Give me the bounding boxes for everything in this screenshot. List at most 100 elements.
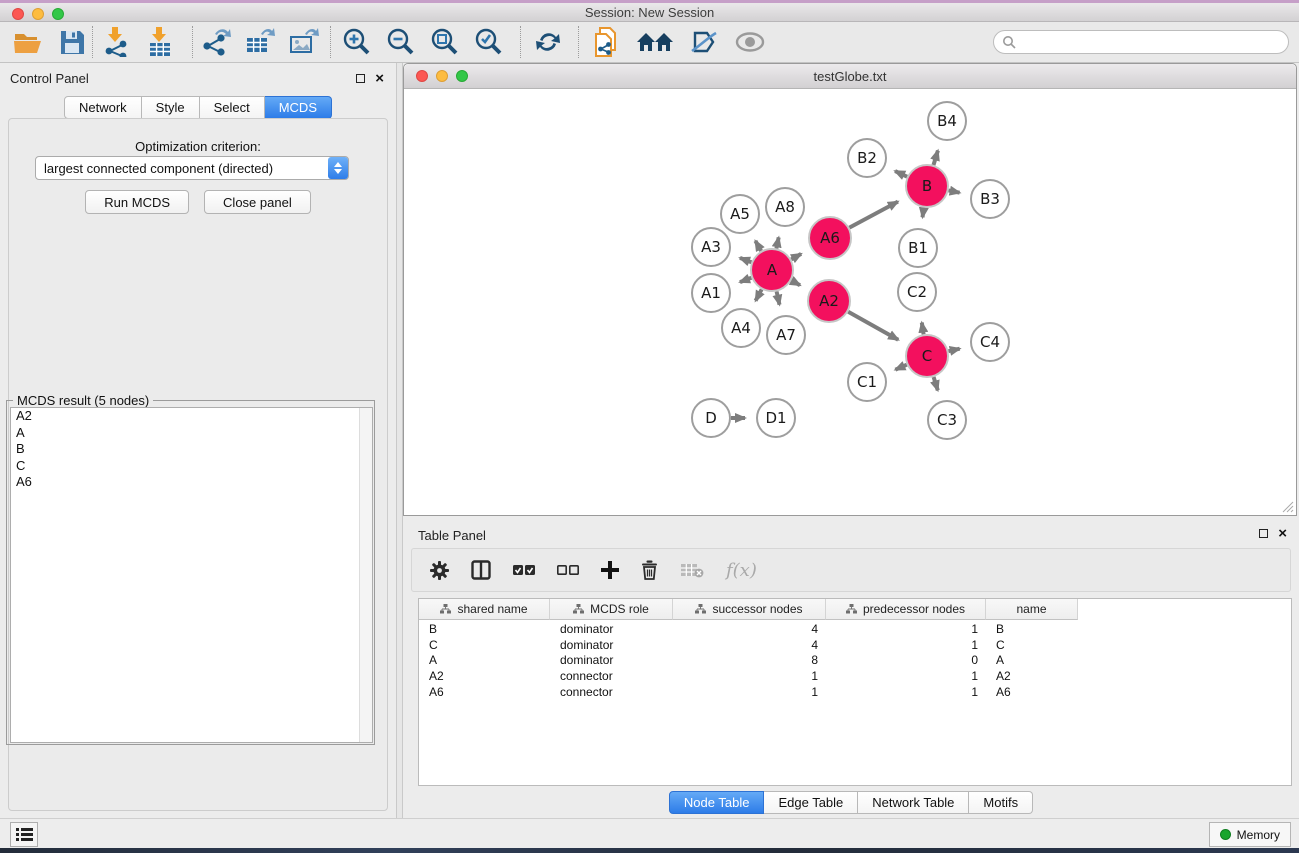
select-all-icon[interactable]: [513, 563, 535, 577]
close-table-panel-icon[interactable]: ×: [1278, 526, 1287, 541]
tab-edge-table[interactable]: Edge Table: [764, 791, 858, 814]
edge-A6-B[interactable]: [849, 202, 898, 228]
result-item-c[interactable]: C: [11, 458, 372, 475]
node-A8[interactable]: A8: [766, 188, 804, 226]
zoom-fit-icon[interactable]: [428, 26, 460, 58]
edge-C-C3[interactable]: [934, 377, 938, 390]
column-header-predecessor-nodes[interactable]: predecessor nodes: [826, 599, 986, 620]
float-table-panel-icon[interactable]: [1259, 529, 1268, 538]
node-B4[interactable]: B4: [928, 102, 966, 140]
result-item-a[interactable]: A: [11, 425, 372, 442]
tab-style[interactable]: Style: [142, 96, 200, 119]
optimization-criterion-select[interactable]: largest connected component (directed): [35, 156, 349, 180]
node-A7[interactable]: A7: [767, 316, 805, 354]
column-header-shared-name[interactable]: shared name: [419, 599, 550, 620]
search-field[interactable]: [993, 30, 1289, 54]
column-header-name[interactable]: name: [986, 599, 1078, 620]
node-A[interactable]: A: [751, 249, 793, 291]
export-image-icon[interactable]: [288, 26, 320, 58]
close-panel-button[interactable]: Close panel: [204, 190, 311, 214]
node-C4[interactable]: C4: [971, 323, 1009, 361]
close-panel-icon[interactable]: ×: [375, 71, 384, 86]
edge-C-C2[interactable]: [922, 323, 924, 335]
network-window-titlebar[interactable]: testGlobe.txt: [404, 64, 1296, 89]
edge-A-A3[interactable]: [740, 258, 751, 262]
node-B[interactable]: B: [906, 165, 948, 207]
result-item-b[interactable]: B: [11, 441, 372, 458]
network-zoom-button[interactable]: [456, 70, 468, 82]
node-A1[interactable]: A1: [692, 274, 730, 312]
import-table-icon[interactable]: [144, 26, 176, 58]
zoom-window-button[interactable]: [52, 8, 64, 20]
node-A4[interactable]: A4: [722, 309, 760, 347]
node-C2[interactable]: C2: [898, 273, 936, 311]
node-C1[interactable]: C1: [848, 363, 886, 401]
edge-B-B1[interactable]: [923, 208, 924, 218]
table-settings-icon[interactable]: [430, 561, 449, 580]
network-graph[interactable]: AA1A2A3A4A5A6A7A8BB1B2B3B4CC1C2C3C4DD1: [404, 89, 1296, 515]
table-row[interactable]: Bdominator41B: [419, 621, 1291, 637]
node-B3[interactable]: B3: [971, 180, 1009, 218]
zoom-selected-icon[interactable]: [472, 26, 504, 58]
edge-C-C4[interactable]: [949, 349, 960, 352]
column-header-MCDS-role[interactable]: MCDS role: [550, 599, 673, 620]
tab-network-table[interactable]: Network Table: [858, 791, 969, 814]
edge-A-A7[interactable]: [777, 292, 780, 305]
tab-motifs[interactable]: Motifs: [969, 791, 1033, 814]
node-B2[interactable]: B2: [848, 139, 886, 177]
result-item-a2[interactable]: A2: [11, 408, 372, 425]
network-minimize-button[interactable]: [436, 70, 448, 82]
edge-A-A1[interactable]: [740, 278, 751, 282]
open-session-icon[interactable]: [12, 26, 44, 58]
node-table[interactable]: shared nameMCDS rolesuccessor nodesprede…: [418, 598, 1292, 786]
show-columns-icon[interactable]: [471, 560, 491, 580]
panel-splitter[interactable]: [396, 63, 403, 818]
eye-icon[interactable]: [734, 26, 766, 58]
node-C[interactable]: C: [906, 335, 948, 377]
run-mcds-button[interactable]: Run MCDS: [85, 190, 189, 214]
node-D[interactable]: D: [692, 399, 730, 437]
network-close-button[interactable]: [416, 70, 428, 82]
edge-A2-C[interactable]: [848, 312, 898, 340]
edge-B-B2[interactable]: [895, 171, 907, 177]
edge-A-A5[interactable]: [755, 241, 761, 251]
node-C3[interactable]: C3: [928, 401, 966, 439]
function-builder-icon[interactable]: f(x): [726, 560, 757, 581]
deselect-all-icon[interactable]: [557, 563, 579, 577]
edge-A-A2[interactable]: [791, 281, 800, 286]
zoom-out-icon[interactable]: [384, 26, 416, 58]
add-row-icon[interactable]: [601, 561, 619, 579]
search-input[interactable]: [1016, 32, 1288, 52]
edge-A-A8[interactable]: [776, 237, 778, 248]
tab-node-table[interactable]: Node Table: [669, 791, 765, 814]
tab-network[interactable]: Network: [64, 96, 142, 119]
table-row[interactable]: Cdominator41C: [419, 637, 1291, 653]
edge-C-C1[interactable]: [895, 365, 906, 370]
clone-network-icon[interactable]: [590, 26, 622, 58]
import-network-icon[interactable]: [100, 26, 132, 58]
node-A5[interactable]: A5: [721, 195, 759, 233]
node-B1[interactable]: B1: [899, 229, 937, 267]
node-A3[interactable]: A3: [692, 228, 730, 266]
home-icon[interactable]: [636, 26, 674, 58]
column-header-successor-nodes[interactable]: successor nodes: [673, 599, 826, 620]
delete-row-icon[interactable]: [641, 560, 658, 580]
resize-grip-icon[interactable]: [1281, 500, 1294, 513]
delete-table-icon[interactable]: [680, 562, 704, 578]
result-scrollbar[interactable]: [359, 408, 372, 742]
edge-B-B4[interactable]: [934, 151, 938, 165]
edge-A-A6[interactable]: [791, 254, 801, 260]
result-item-a6[interactable]: A6: [11, 474, 372, 491]
export-network-icon[interactable]: [200, 26, 232, 58]
edge-B-B3[interactable]: [949, 190, 960, 192]
task-history-button[interactable]: [10, 822, 38, 847]
zoom-in-icon[interactable]: [340, 26, 372, 58]
hide-labels-icon[interactable]: [688, 26, 720, 58]
table-row[interactable]: A2connector11A2: [419, 668, 1291, 684]
node-D1[interactable]: D1: [757, 399, 795, 437]
refresh-icon[interactable]: [532, 26, 564, 58]
memory-button[interactable]: Memory: [1209, 822, 1291, 847]
mcds-result-list[interactable]: A2ABCA6: [10, 407, 373, 743]
export-table-icon[interactable]: [244, 26, 276, 58]
tab-select[interactable]: Select: [200, 96, 265, 119]
